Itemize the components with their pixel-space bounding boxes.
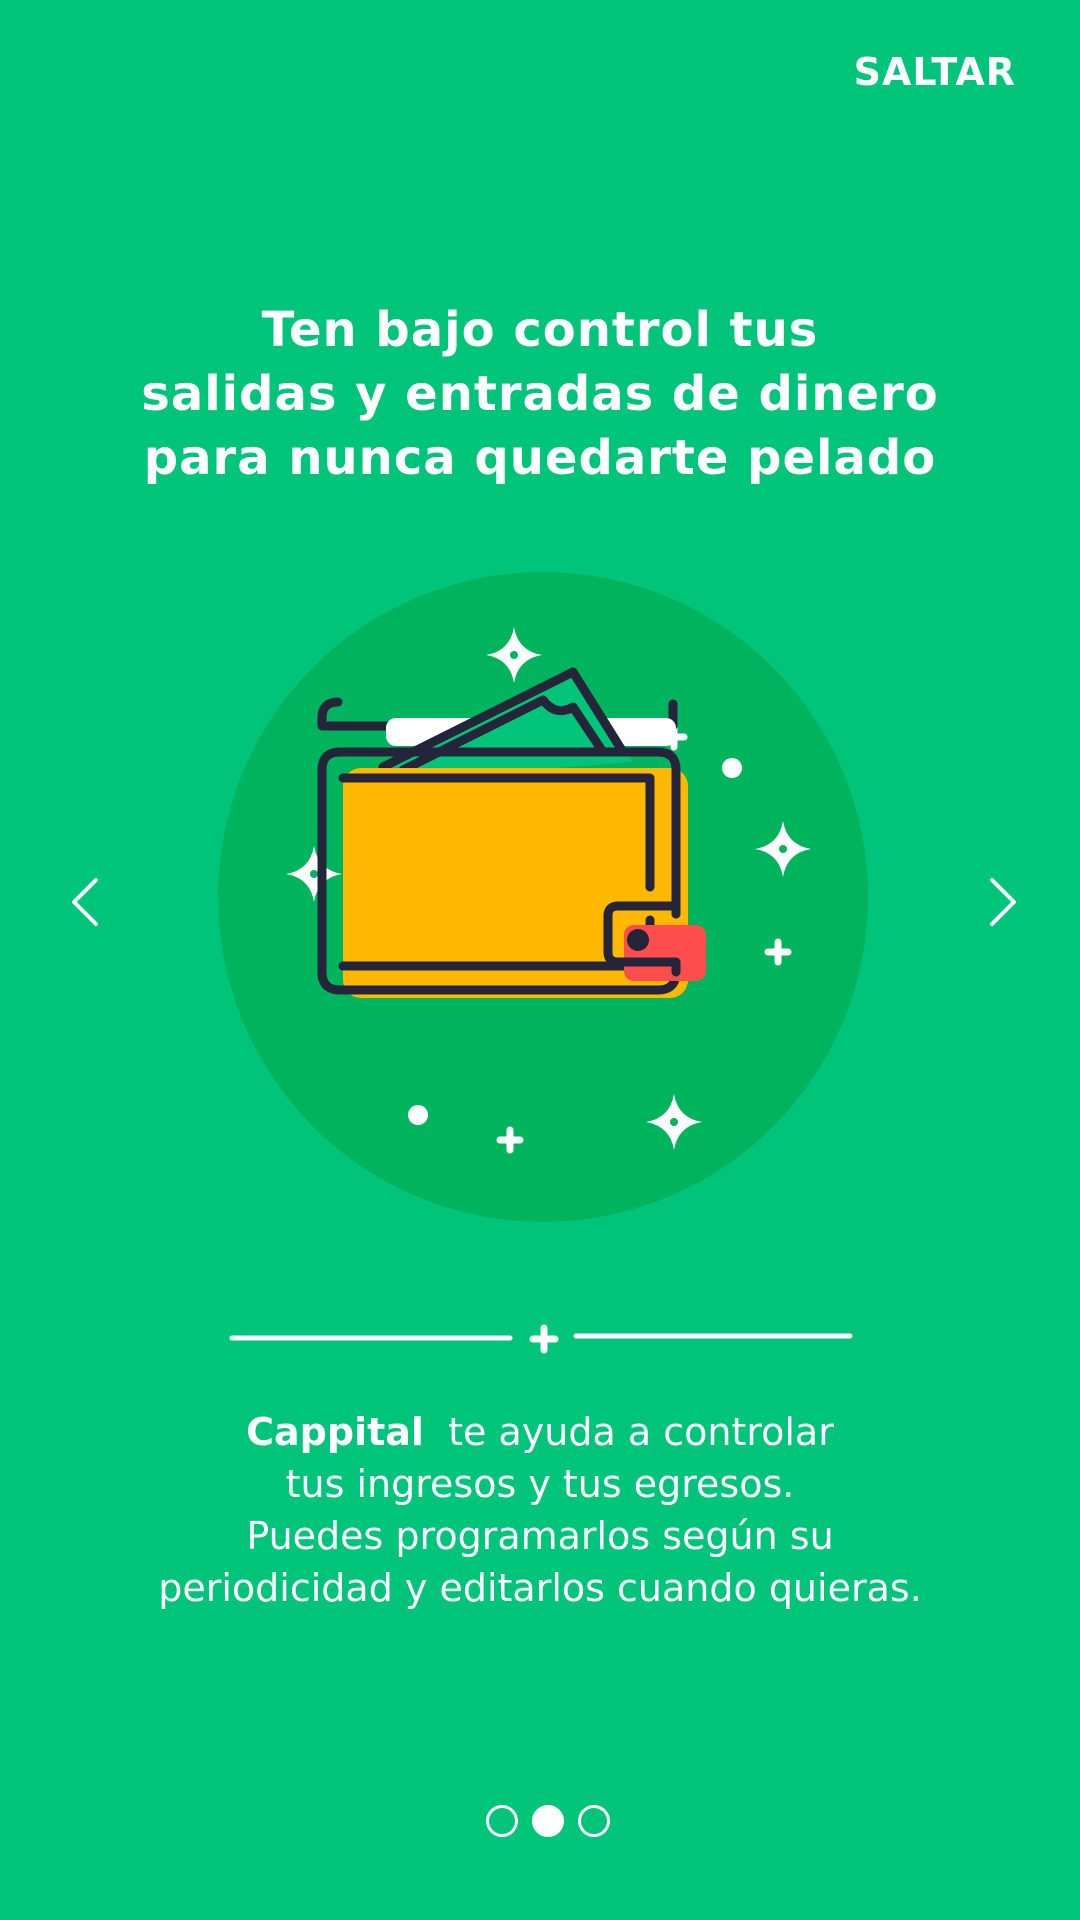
brand-name: Cappital xyxy=(246,1410,424,1454)
chevron-right-icon[interactable] xyxy=(970,872,1030,932)
pagination-dots xyxy=(8,1805,1080,1837)
title-line-3: para nunca quedarte pelado xyxy=(143,430,937,486)
page-dot-1[interactable] xyxy=(486,1805,518,1837)
plus-icon xyxy=(529,1324,559,1354)
skip-button[interactable]: SALTAR xyxy=(854,50,1016,94)
description-line-3: Puedes programarlos según su xyxy=(246,1514,834,1558)
slide-title: Ten bajo control tus salidas y entradas … xyxy=(60,298,1020,490)
title-line-2: salidas y entradas de dinero xyxy=(141,366,939,422)
description-line-2: tus ingresos y tus egresos. xyxy=(285,1462,795,1506)
section-divider xyxy=(229,1324,853,1354)
clasp-button xyxy=(627,929,649,951)
chevron-left-icon[interactable] xyxy=(58,872,118,932)
wallet-illustration xyxy=(218,572,868,1222)
description-line-1-rest: te ayuda a controlar xyxy=(448,1410,834,1454)
title-line-1: Ten bajo control tus xyxy=(261,302,819,358)
page-dot-3[interactable] xyxy=(578,1805,610,1837)
slide-description: Cappital te ayuda a controlar tus ingres… xyxy=(60,1406,1020,1614)
page-dot-2[interactable] xyxy=(532,1805,564,1837)
description-line-4: periodicidad y editarlos cuando quieras. xyxy=(158,1566,922,1610)
description-line-1: Cappital te ayuda a controlar xyxy=(60,1406,1020,1458)
